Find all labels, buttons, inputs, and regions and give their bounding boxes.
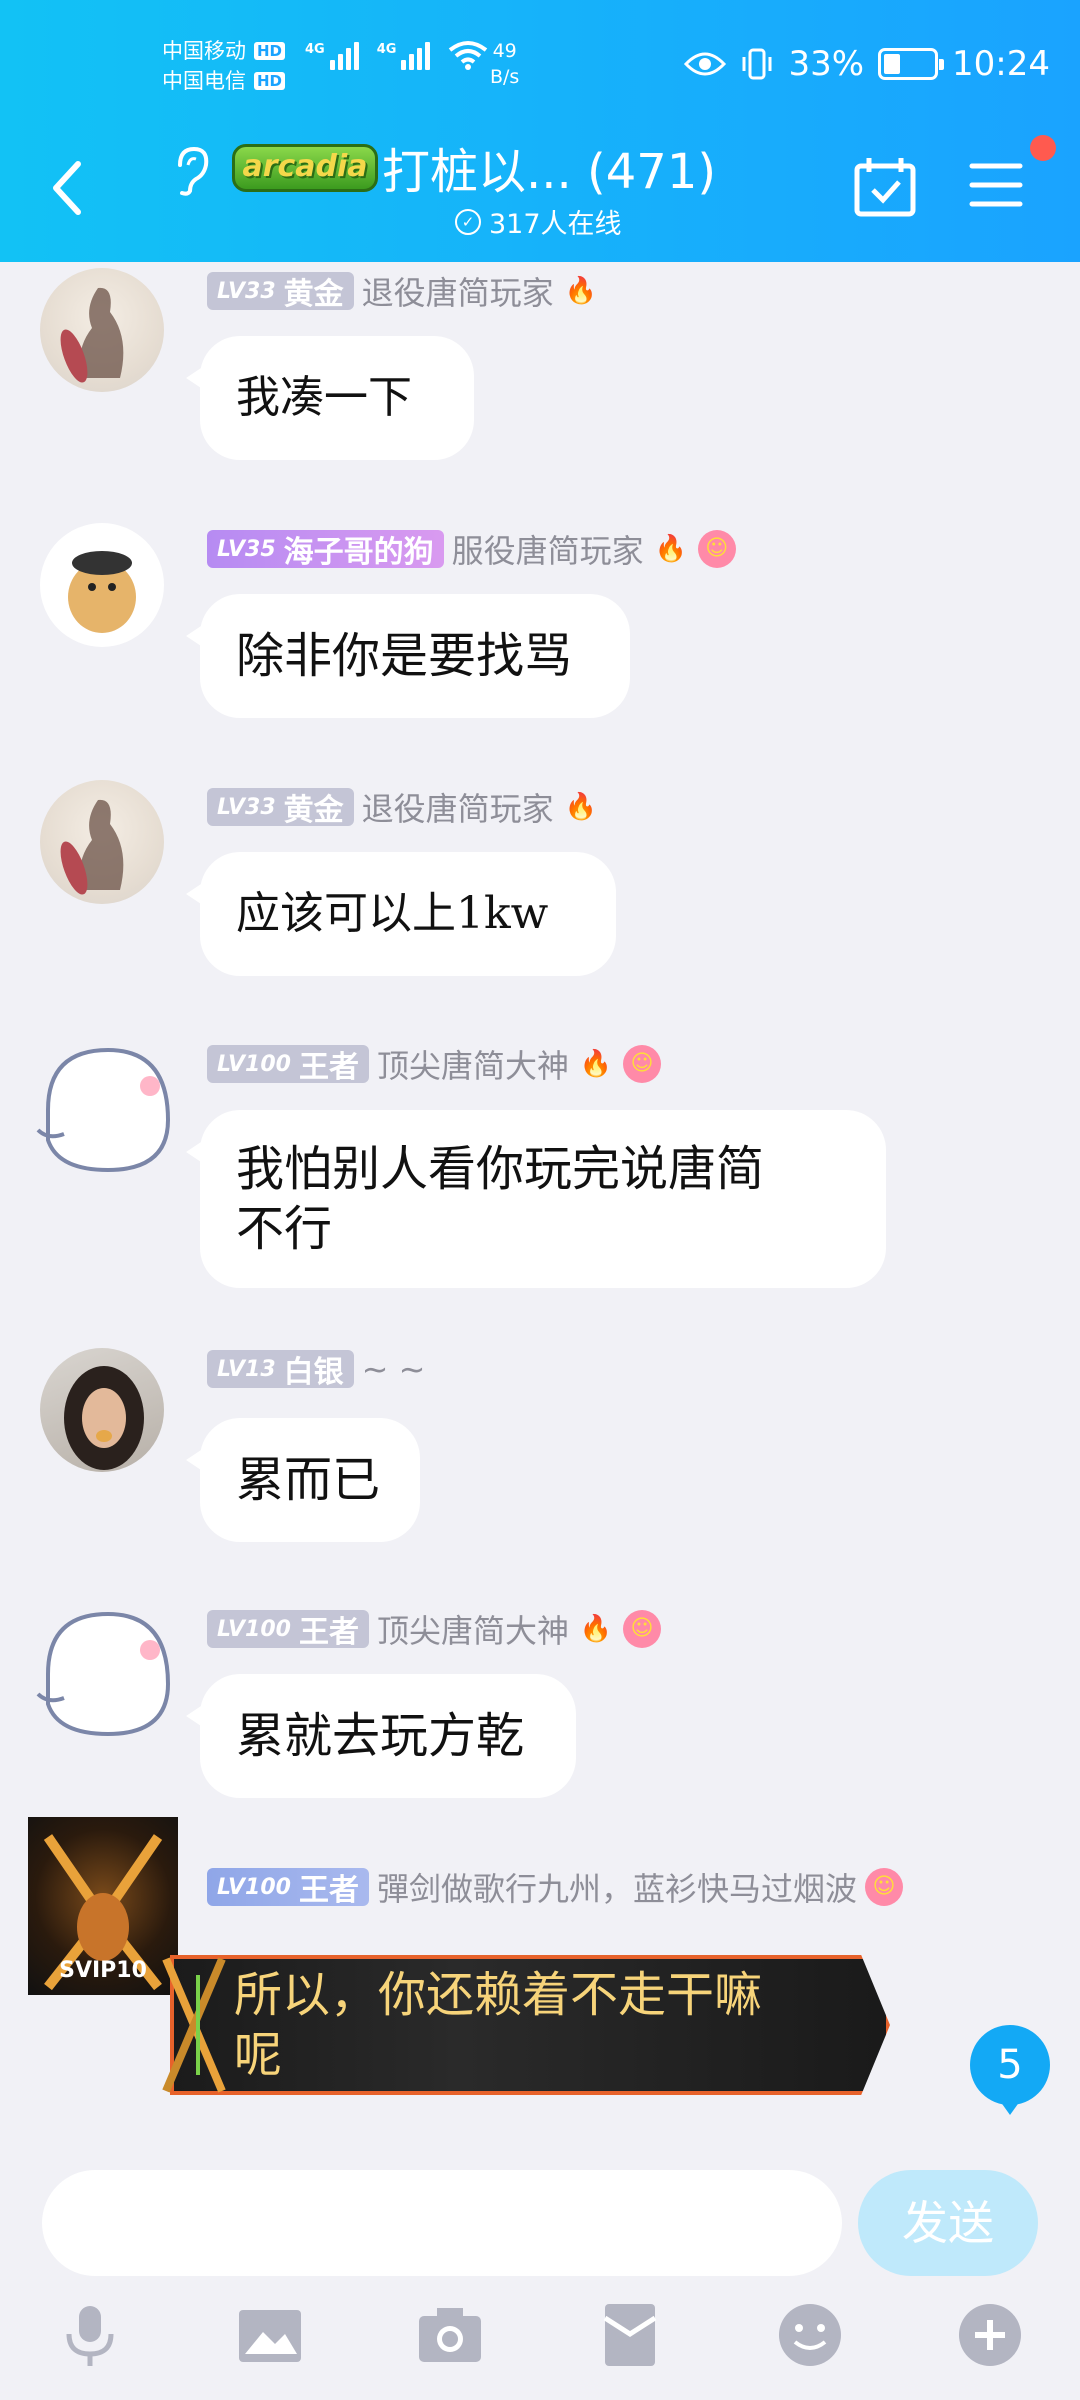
menu-icon[interactable] (968, 160, 1024, 210)
signal-icon-2: 4G (377, 42, 431, 70)
unread-count-badge[interactable]: 5 (970, 2025, 1050, 2115)
notification-dot (1030, 135, 1056, 161)
microphone-icon[interactable] (55, 2300, 125, 2370)
avatar[interactable] (28, 1594, 180, 1746)
level-badge: LV33 黄金 (207, 788, 354, 828)
status-right: 33% 10:24 (684, 44, 1050, 84)
svip-badge: SVIP10 (59, 1958, 147, 1983)
level-badge: LV100 王者 (207, 1610, 369, 1650)
emoji-icon[interactable] (775, 2300, 845, 2370)
message-bubble[interactable]: 我怕别人看你玩完说唐简 不行 (186, 1110, 886, 1288)
chat-header: 中国移动 HD 中国电信 HD 4G 4G 49 B/s 33% 10:24 arc… (0, 0, 1080, 262)
level-badge: LV100 王者 (207, 1868, 369, 1908)
svip-message-bubble[interactable]: 所以，你还赖着不走干嘛 呢 (170, 1955, 890, 2095)
flower-smile-icon: ☺ (622, 1045, 661, 1083)
member-title: 顶尖唐简大神 (376, 1047, 569, 1085)
back-icon[interactable] (40, 148, 96, 228)
red-packet-icon[interactable] (595, 2300, 665, 2370)
message-bubble[interactable]: 我凑一下 (186, 336, 474, 460)
flower-smile-icon: ☺ (622, 1610, 661, 1648)
hd-badge-1: HD (254, 42, 286, 60)
camera-icon[interactable] (415, 2300, 485, 2370)
input-toolbar (0, 2300, 1080, 2380)
group-logo: arcadia (232, 144, 378, 192)
member-title: 退役唐简玩家 (361, 274, 554, 312)
member-title: 退役唐简玩家 (361, 790, 554, 828)
group-title[interactable]: 打桩以... (471) (382, 132, 716, 202)
avatar[interactable] (40, 780, 164, 904)
carrier-1: 中国移动 (162, 39, 246, 63)
battery-percent: 33% (788, 44, 865, 84)
avatar[interactable] (40, 1348, 164, 1472)
avatar[interactable] (40, 268, 164, 392)
fire-icon: 🔥 (579, 1614, 613, 1644)
member-title: ~ ~ (361, 1350, 426, 1388)
fire-icon: 🔥 (579, 1049, 613, 1079)
level-badge: LV100 王者 (207, 1045, 369, 1085)
member-title: 彈剑做歌行九州，蓝衫快马过烟波 (376, 1870, 857, 1908)
wifi-icon (449, 41, 488, 70)
message-bubble[interactable]: 累而已 (186, 1418, 420, 1542)
message-input[interactable] (42, 2170, 842, 2276)
level-badge: LV33 黄金 (207, 272, 354, 312)
image-icon[interactable] (235, 2300, 305, 2370)
avatar[interactable]: SVIP10 (28, 1817, 178, 1995)
message-bubble[interactable]: 累就去玩方乾 (186, 1674, 576, 1798)
check-circle-icon: ✓ (455, 208, 481, 235)
carrier-2: 中国电信 (162, 69, 246, 93)
plus-icon[interactable] (955, 2300, 1025, 2370)
fire-icon: 🔥 (564, 792, 597, 822)
signal-icon-1: 4G (305, 42, 359, 70)
carrier-info: 中国移动 HD 中国电信 HD (162, 36, 286, 96)
signal-icons: 4G 4G (305, 40, 488, 70)
level-badge: LV35 海子哥的狗 (207, 530, 444, 570)
message-bubble[interactable]: 应该可以上1kw (186, 852, 616, 976)
avatar[interactable] (40, 523, 164, 647)
member-title: 服役唐简玩家 (451, 532, 644, 570)
send-button[interactable]: 发送 (858, 2170, 1038, 2276)
calendar-check-icon[interactable] (853, 156, 917, 218)
message-bubble[interactable]: 除非你是要找骂 (186, 594, 630, 718)
battery-icon (878, 48, 945, 80)
online-count: ✓ 317人在线 (455, 202, 622, 241)
fire-icon: 🔥 (564, 276, 597, 306)
flower-smile-icon: ☺ (864, 1868, 903, 1906)
fire-icon: 🔥 (654, 534, 687, 564)
avatar[interactable] (28, 1030, 180, 1182)
vibrate-icon (742, 48, 772, 80)
ear-icon[interactable] (168, 145, 212, 197)
clock: 10:24 (952, 44, 1050, 84)
svip-bubble-x-icon (162, 1957, 226, 2093)
eye-icon (684, 52, 727, 76)
hd-badge-2: HD (254, 72, 286, 90)
member-title: 顶尖唐简大神 (376, 1612, 569, 1650)
flower-smile-icon: ☺ (697, 530, 736, 568)
level-badge: LV13 白银 (207, 1350, 354, 1390)
network-speed: 49 B/s (490, 40, 520, 88)
